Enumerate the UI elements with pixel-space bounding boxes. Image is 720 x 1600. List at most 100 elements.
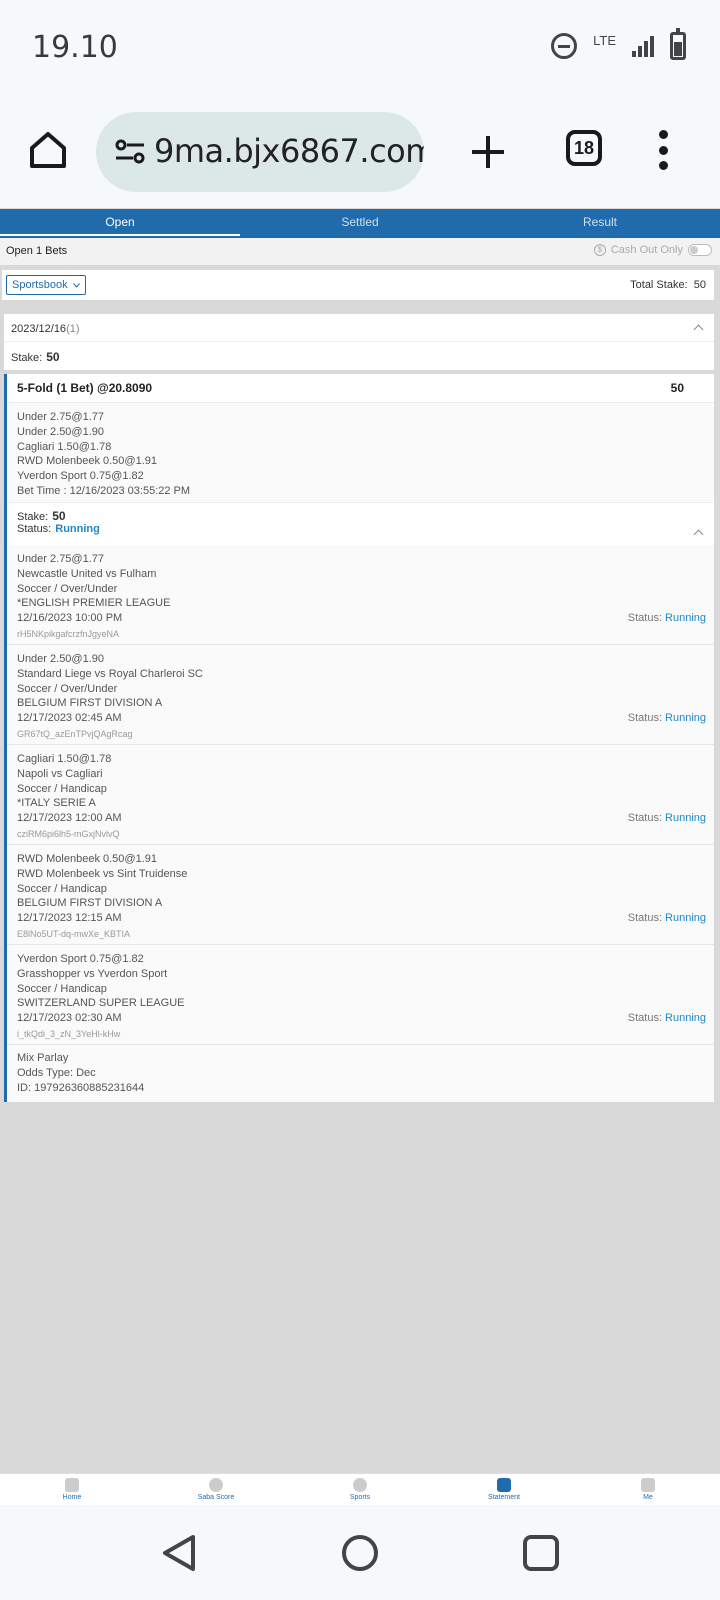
nav-label: Statement <box>488 1494 520 1501</box>
leg-market: Soccer / Handicap <box>17 882 107 895</box>
leg-status-value: Running <box>665 612 706 624</box>
bet-time: Bet Time : 12/16/2023 03:55:22 PM <box>17 484 191 497</box>
nav-saba-score[interactable]: Saba Score <box>144 1474 288 1505</box>
address-bar[interactable]: 9ma.bjx6867.com <box>96 112 424 192</box>
network-type: LTE <box>593 32 616 48</box>
leg-ref: rH5NKpikgafcrzfnJgyeNA <box>17 628 120 639</box>
leg-status-value: Running <box>665 1012 706 1024</box>
product-select[interactable]: Sportsbook <box>6 275 86 295</box>
bet-header: 5-Fold (1 Bet) @20.8090 50 <box>7 374 714 403</box>
leg-league: BELGIUM FIRST DIVISION A <box>17 897 163 910</box>
total-stake-label: Total Stake: <box>630 279 688 291</box>
leg-league: BELGIUM FIRST DIVISION A <box>17 697 163 710</box>
leg-item: RWD Molenbeek 0.50@1.91 RWD Molenbeek vs… <box>7 845 714 945</box>
site-settings-icon[interactable] <box>114 136 146 168</box>
leg-item: Under 2.75@1.77 Newcastle United vs Fulh… <box>7 545 714 645</box>
statement-icon <box>497 1478 511 1492</box>
summary-line: Yverdon Sport 0.75@1.82 <box>17 470 144 483</box>
leg-status-label: Status: <box>627 712 663 724</box>
system-nav-bar <box>0 1505 720 1600</box>
bet-list-tabs: Open Settled Result <box>0 209 720 238</box>
status-bar: 19.10 LTE <box>0 0 720 96</box>
summary-line: Under 2.75@1.77 <box>17 411 105 423</box>
tab-switcher-button[interactable]: 18 <box>566 130 602 166</box>
summary-line: Cagliari 1.50@1.78 <box>17 440 112 453</box>
home-icon <box>65 1478 79 1492</box>
leg-time: 12/17/2023 02:30 AM <box>17 1012 122 1025</box>
date-label: 2023/12/16 <box>11 323 67 335</box>
leg-selection: Yverdon Sport 0.75@1.82 <box>17 953 144 965</box>
bet-status-value: Running <box>55 523 100 535</box>
open-bets-bar: Open 1 Bets $ Cash Out Only <box>0 238 720 265</box>
leg-status: Status: Running <box>628 911 706 926</box>
total-stake: Total Stake: 50 <box>630 279 706 291</box>
leg-status-label: Status: <box>627 812 663 824</box>
summary-line: RWD Molenbeek 0.50@1.91 <box>17 455 157 468</box>
leg-market: Soccer / Over/Under <box>17 682 118 695</box>
bet-id: ID: 197926360885231644 <box>17 1081 145 1094</box>
chevron-up-icon[interactable] <box>693 324 704 335</box>
cashout-label: Cash Out Only <box>610 244 683 256</box>
bet-stake-status: Stake: 50 Status: Running <box>7 503 714 545</box>
bet-stake-value: 50 <box>52 509 66 523</box>
leg-league: *ENGLISH PREMIER LEAGUE <box>17 597 171 610</box>
bet-title: 5-Fold (1 Bet) @20.8090 <box>17 381 153 395</box>
back-icon[interactable] <box>160 1533 198 1573</box>
bet-type: Mix Parlay <box>17 1052 69 1064</box>
total-stake-value: 50 <box>693 279 706 291</box>
nav-sports[interactable]: Sports <box>288 1474 432 1505</box>
user-icon <box>641 1478 655 1492</box>
more-menu-icon[interactable] <box>656 130 670 170</box>
battery-icon <box>670 28 686 60</box>
bet-card: 5-Fold (1 Bet) @20.8090 50 Under 2.75@1.… <box>4 374 714 1102</box>
nav-statement[interactable]: Statement <box>432 1474 576 1505</box>
recent-apps-icon[interactable] <box>522 1533 560 1573</box>
soccer-ball-icon <box>353 1478 367 1492</box>
nav-label: Home <box>62 1494 82 1501</box>
cashout-filter[interactable]: $ Cash Out Only <box>593 244 712 256</box>
nav-home[interactable]: Home <box>0 1474 144 1505</box>
home-circle-icon[interactable] <box>341 1533 379 1573</box>
score-icon <box>209 1478 223 1492</box>
leg-match: Standard Liege vs Royal Charleroi SC <box>17 667 203 680</box>
home-icon[interactable] <box>28 130 68 170</box>
filter-bar: Sportsbook Total Stake: 50 <box>2 270 714 300</box>
summary-line: Under 2.50@1.90 <box>17 425 105 438</box>
leg-match: RWD Molenbeek vs Sint Truidense <box>17 867 188 880</box>
leg-status: Status: Running <box>628 611 706 626</box>
tab-open[interactable]: Open <box>0 209 240 238</box>
leg-market: Soccer / Handicap <box>17 982 107 995</box>
signal-icon <box>632 35 654 57</box>
leg-match: Newcastle United vs Fulham <box>17 567 157 580</box>
date-count: (1) <box>66 323 80 335</box>
leg-match: Napoli vs Cagliari <box>17 767 103 780</box>
odds-type: Odds Type: Dec <box>17 1066 96 1079</box>
nav-label: Saba Score <box>197 1494 235 1501</box>
tab-settled[interactable]: Settled <box>240 209 480 238</box>
nav-me[interactable]: Me <box>576 1474 720 1505</box>
leg-item: Cagliari 1.50@1.78 Napoli vs Cagliari So… <box>7 745 714 845</box>
leg-ref: cziRM6pi6lh5-mGxjNvlvQ <box>17 828 120 839</box>
leg-market: Soccer / Over/Under <box>17 582 118 595</box>
leg-status-label: Status: <box>627 612 663 624</box>
leg-status: Status: Running <box>628 811 706 826</box>
bottom-nav: Home Saba Score Sports Statement Me <box>0 1473 720 1505</box>
tab-result[interactable]: Result <box>480 209 720 238</box>
stake-label: Stake: <box>11 352 43 364</box>
leg-time: 12/16/2023 10:00 PM <box>17 612 123 625</box>
new-tab-icon[interactable] <box>468 132 508 172</box>
bet-footer: Mix Parlay Odds Type: Dec ID: 1979263608… <box>7 1045 714 1095</box>
nav-label: Me <box>643 1494 653 1501</box>
leg-status-value: Running <box>665 912 706 924</box>
bet-status-label: Status: <box>17 523 52 535</box>
cashout-toggle[interactable] <box>688 244 712 256</box>
leg-status: Status: Running <box>628 711 706 726</box>
leg-selection: Under 2.75@1.77 <box>17 553 105 565</box>
clock: 19.10 <box>32 30 118 65</box>
date-group: 2023/12/16(1) Stake: 50 <box>4 314 714 370</box>
product-select-value: Sportsbook <box>12 279 68 291</box>
open-bets-count: Open 1 Bets <box>6 245 68 257</box>
date-group-header[interactable]: 2023/12/16(1) <box>4 314 714 342</box>
leg-ref: GR67tQ_azEnTPvjQAgRcag <box>17 728 133 739</box>
leg-league: SWITZERLAND SUPER LEAGUE <box>17 997 185 1010</box>
